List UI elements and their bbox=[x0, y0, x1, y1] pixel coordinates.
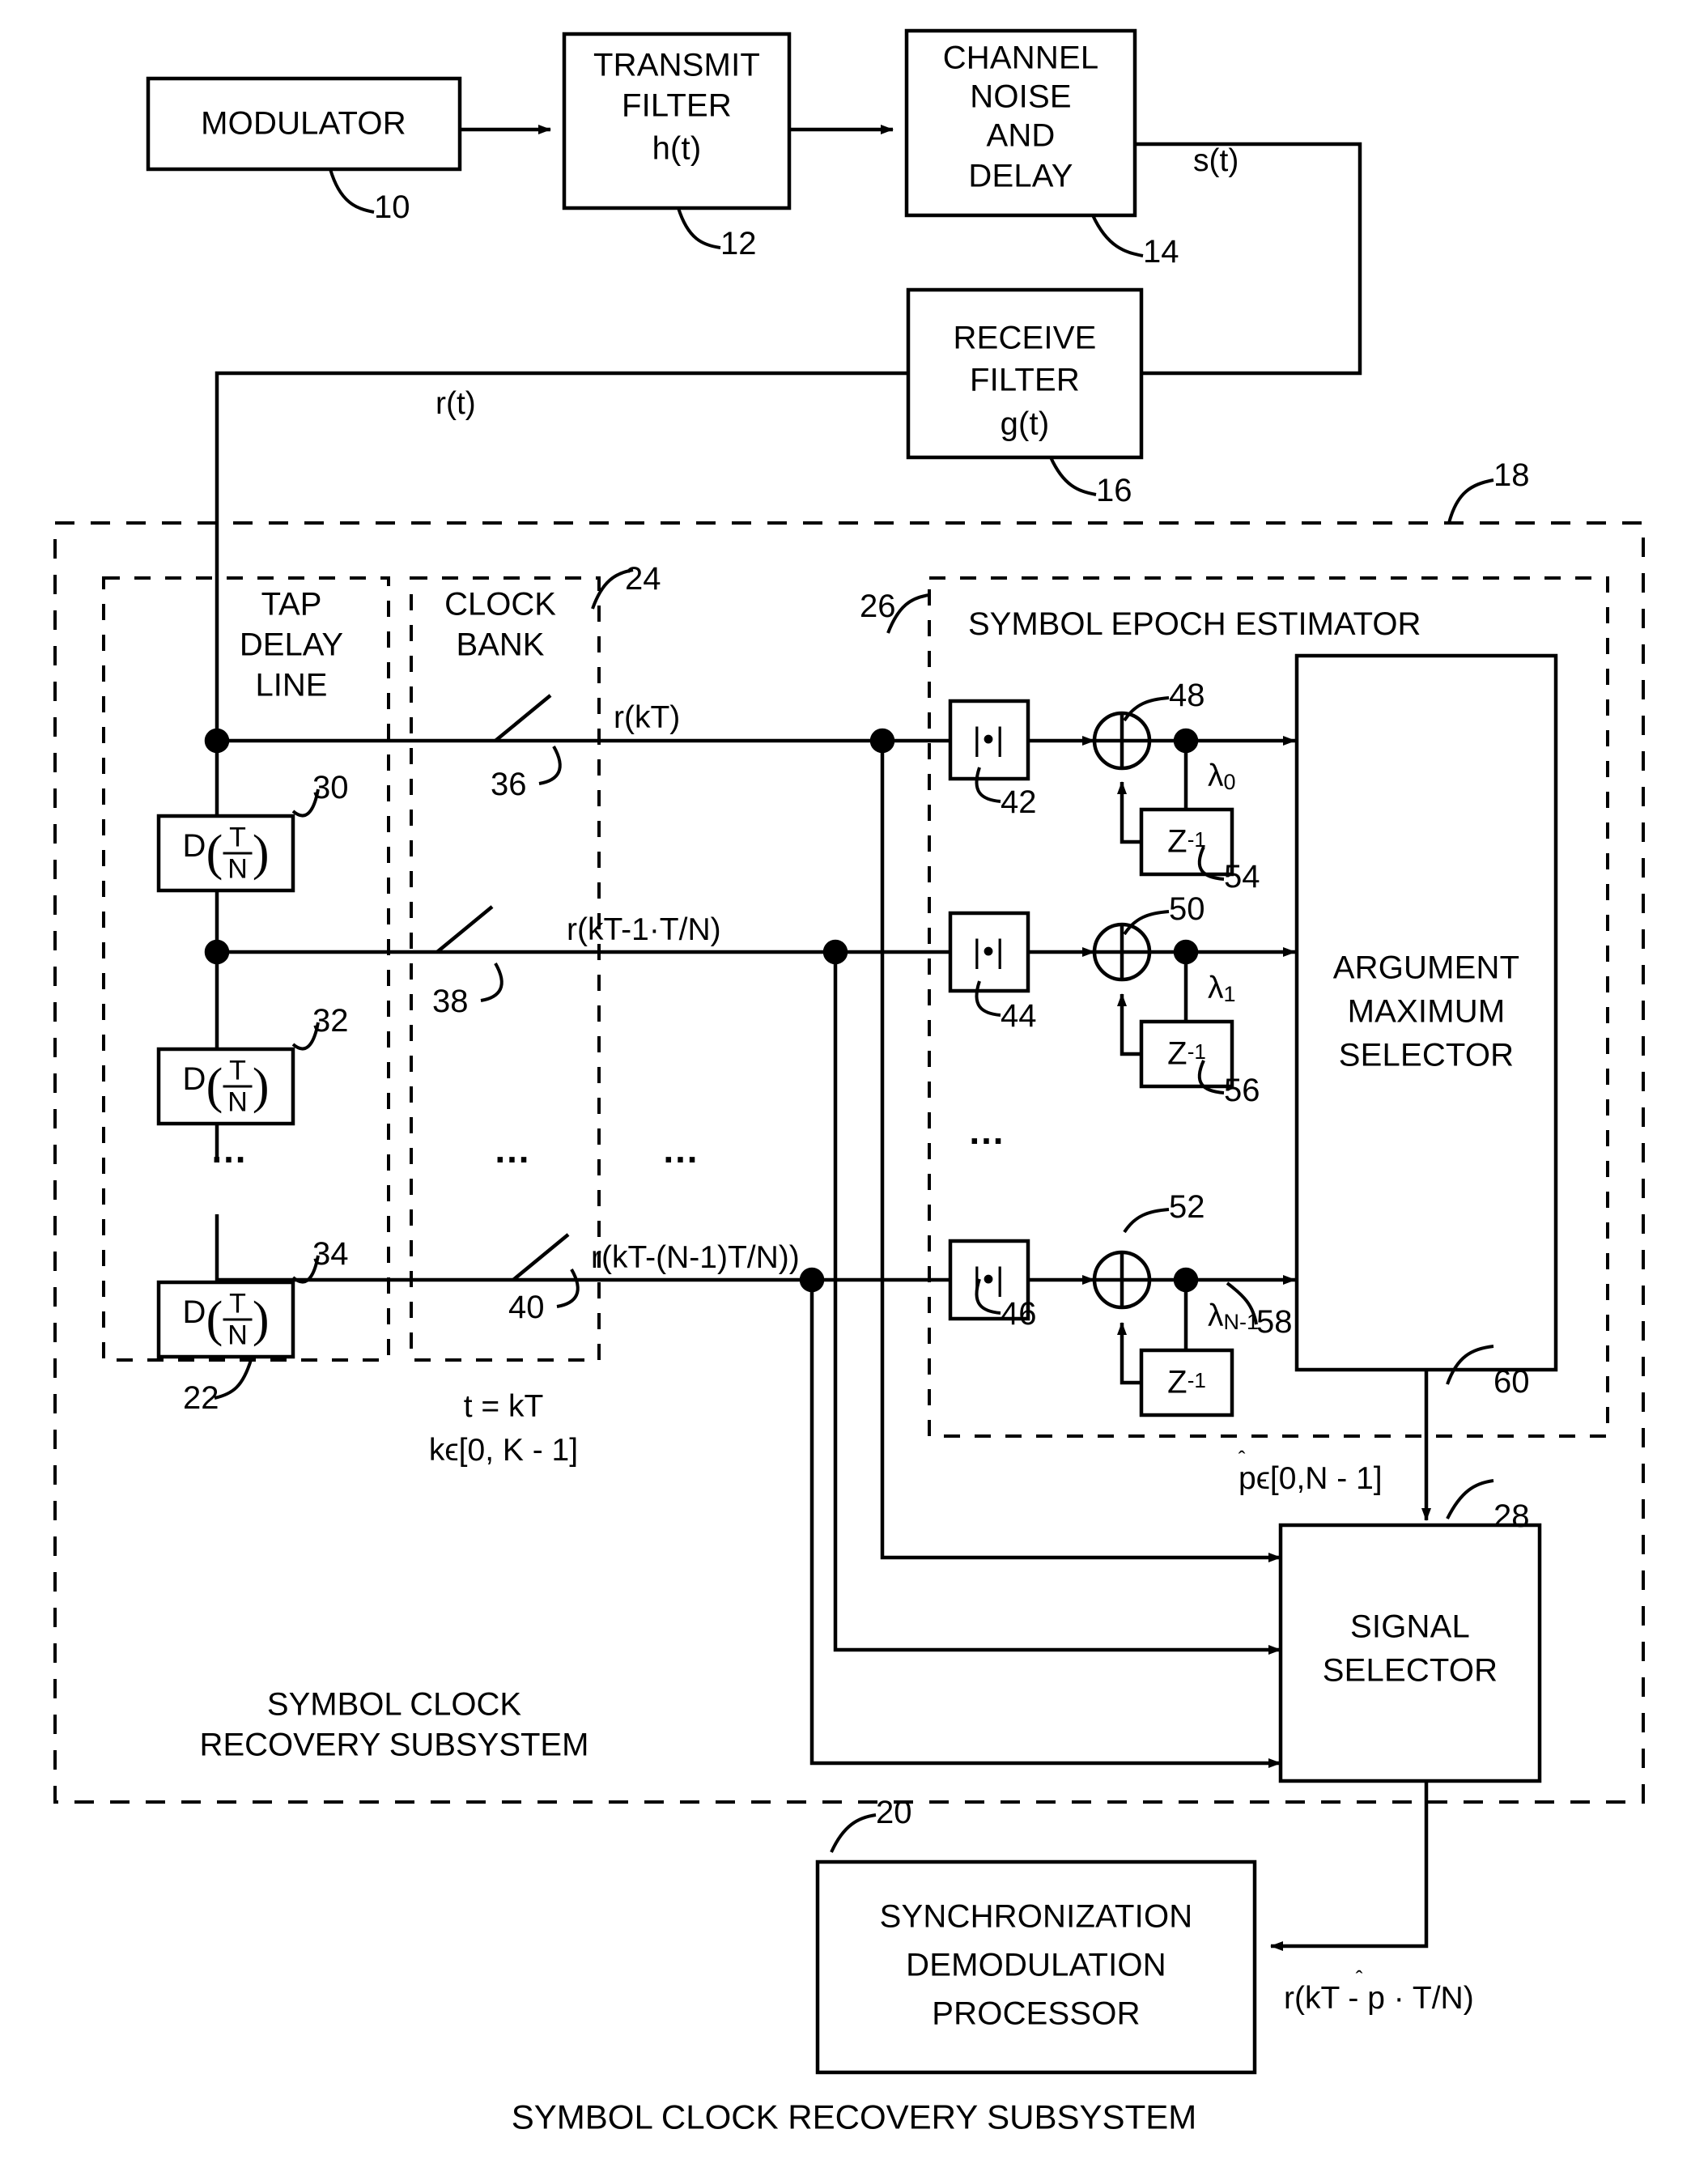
delay-32-numerator: T bbox=[223, 1057, 253, 1088]
p-hat-estimate-label: ̂pϵ[0,N - 1] bbox=[1239, 1461, 1383, 1496]
ref-60: 60 bbox=[1493, 1364, 1530, 1400]
ellipsis-signals: … bbox=[661, 1128, 703, 1171]
ref-56: 56 bbox=[1224, 1073, 1260, 1108]
ref-42: 42 bbox=[1001, 784, 1037, 820]
signal-selector-label-line2: SELECTOR bbox=[1322, 1652, 1498, 1689]
epoch-estimator-title: SYMBOL EPOCH ESTIMATOR bbox=[968, 606, 1421, 642]
delay-34-prefix: D bbox=[182, 1294, 206, 1331]
ellipsis-clock-bank: … bbox=[493, 1128, 535, 1171]
unit-delay-54-label: Z bbox=[1167, 823, 1188, 860]
ref-20: 20 bbox=[876, 1795, 912, 1830]
ref-52: 52 bbox=[1169, 1189, 1205, 1225]
ref-16: 16 bbox=[1096, 473, 1132, 508]
signal-selector-label-line1: SIGNAL bbox=[1350, 1609, 1470, 1645]
ref-54: 54 bbox=[1224, 859, 1260, 895]
delay-30-prefix: D bbox=[182, 828, 206, 865]
unit-delay-58-content: Z-1 bbox=[1167, 1365, 1206, 1400]
delay-block-32-content: D(T N) bbox=[182, 1055, 270, 1118]
ref-48: 48 bbox=[1169, 678, 1205, 713]
ref-34: 34 bbox=[312, 1236, 349, 1272]
magnitude-block-42-glyph: |•| bbox=[972, 721, 1006, 758]
unit-delay-58-exp: -1 bbox=[1187, 1368, 1206, 1393]
transmit-filter-label-line3: h(t) bbox=[652, 130, 702, 167]
channel-label-line3: AND bbox=[986, 117, 1056, 154]
sync-demod-label-line2: DEMODULATION bbox=[906, 1947, 1166, 1983]
lambda-0-label: λ0 bbox=[1208, 759, 1236, 795]
unit-delay-58-label: Z bbox=[1167, 1364, 1188, 1400]
ref-50: 50 bbox=[1169, 891, 1205, 927]
ref-10: 10 bbox=[374, 189, 410, 225]
unit-delay-54-exp: -1 bbox=[1187, 827, 1206, 852]
subsystem-inner-label-line2: RECOVERY SUBSYSTEM bbox=[199, 1727, 589, 1763]
modulator-label: MODULATOR bbox=[201, 105, 406, 142]
channel-label-line2: NOISE bbox=[970, 79, 1072, 115]
ref-44: 44 bbox=[1001, 998, 1037, 1034]
tap-delay-line-title-line3: LINE bbox=[255, 667, 328, 703]
unit-delay-56-exp: -1 bbox=[1187, 1039, 1206, 1065]
delay-block-34-content: D(T N) bbox=[182, 1288, 270, 1351]
ref-58: 58 bbox=[1256, 1304, 1293, 1340]
clock-timing-line2: kϵ[0, K - 1] bbox=[428, 1432, 579, 1468]
ref-46: 46 bbox=[1001, 1296, 1037, 1332]
receive-filter-label-line1: RECEIVE bbox=[953, 320, 1097, 356]
lambda-n-1-label: λN-1 bbox=[1208, 1298, 1260, 1335]
delay-34-denominator: N bbox=[227, 1320, 248, 1351]
argmax-label-line3: SELECTOR bbox=[1338, 1037, 1515, 1073]
ref-30: 30 bbox=[312, 770, 349, 805]
figure-caption: SYMBOL CLOCK RECOVERY SUBSYSTEM bbox=[511, 2097, 1197, 2136]
argmax-label-line1: ARGUMENT bbox=[1332, 950, 1520, 986]
tap-signal-2-label: r(kT-(N-1)T/N)) bbox=[591, 1240, 800, 1275]
delay-30-denominator: N bbox=[227, 853, 248, 885]
channel-label-line4: DELAY bbox=[968, 158, 1073, 194]
argmax-label-line2: MAXIMUM bbox=[1347, 993, 1506, 1030]
signal-r-t: r(t) bbox=[435, 386, 476, 421]
ellipsis-tap-delay: … bbox=[210, 1128, 252, 1171]
sync-demod-label-line1: SYNCHRONIZATION bbox=[879, 1898, 1193, 1935]
ellipsis-epoch-rows: … bbox=[967, 1110, 1009, 1153]
unit-delay-56-content: Z-1 bbox=[1167, 1036, 1206, 1071]
magnitude-block-46-glyph: |•| bbox=[972, 1261, 1006, 1298]
ref-32: 32 bbox=[312, 1003, 349, 1039]
ref-40: 40 bbox=[508, 1290, 545, 1325]
magnitude-block-44-glyph: |•| bbox=[972, 933, 1006, 970]
ref-26: 26 bbox=[860, 589, 896, 624]
tap-delay-line-title-line1: TAP bbox=[261, 586, 322, 623]
tap-delay-line-title-line2: DELAY bbox=[239, 627, 344, 663]
tap-signal-1-label: r(kT-1·T/N) bbox=[567, 912, 721, 947]
ref-18: 18 bbox=[1493, 457, 1530, 493]
clock-bank-title-line1: CLOCK bbox=[444, 586, 556, 623]
tap-signal-0-label: r(kT) bbox=[614, 700, 681, 735]
delay-32-prefix: D bbox=[182, 1061, 206, 1098]
receive-filter-label-line3: g(t) bbox=[1000, 406, 1050, 442]
ref-28: 28 bbox=[1493, 1498, 1530, 1534]
figure-canvas: MODULATOR TRANSMIT FILTER h(t) CHANNEL N… bbox=[0, 0, 1708, 2159]
delay-30-numerator: T bbox=[223, 824, 253, 855]
channel-label-line1: CHANNEL bbox=[942, 40, 1099, 76]
delay-32-denominator: N bbox=[227, 1086, 248, 1118]
clock-bank-title-line2: BANK bbox=[456, 627, 545, 663]
ref-24: 24 bbox=[625, 561, 661, 597]
sync-demod-label-line3: PROCESSOR bbox=[932, 1995, 1141, 2032]
subsystem-inner-label-line1: SYMBOL CLOCK bbox=[266, 1686, 522, 1723]
ref-12: 12 bbox=[720, 226, 757, 261]
delay-block-30-content: D(T N) bbox=[182, 822, 270, 885]
output-signal-label: ̂r(kT - p · T/N) bbox=[1284, 1981, 1474, 2016]
ref-22: 22 bbox=[183, 1380, 219, 1416]
ref-38: 38 bbox=[432, 984, 469, 1019]
unit-delay-56-label: Z bbox=[1167, 1035, 1188, 1072]
unit-delay-54-content: Z-1 bbox=[1167, 824, 1206, 859]
signal-s-t: s(t) bbox=[1193, 143, 1239, 178]
clock-timing-line1: t = kT bbox=[463, 1388, 544, 1424]
receive-filter-label-line2: FILTER bbox=[969, 362, 1081, 398]
transmit-filter-label-line1: TRANSMIT bbox=[593, 47, 761, 83]
transmit-filter-label-line2: FILTER bbox=[621, 87, 733, 124]
lambda-1-label: λ1 bbox=[1208, 971, 1236, 1007]
ref-36: 36 bbox=[491, 767, 527, 802]
ref-14: 14 bbox=[1143, 234, 1179, 270]
delay-34-numerator: T bbox=[223, 1290, 253, 1321]
